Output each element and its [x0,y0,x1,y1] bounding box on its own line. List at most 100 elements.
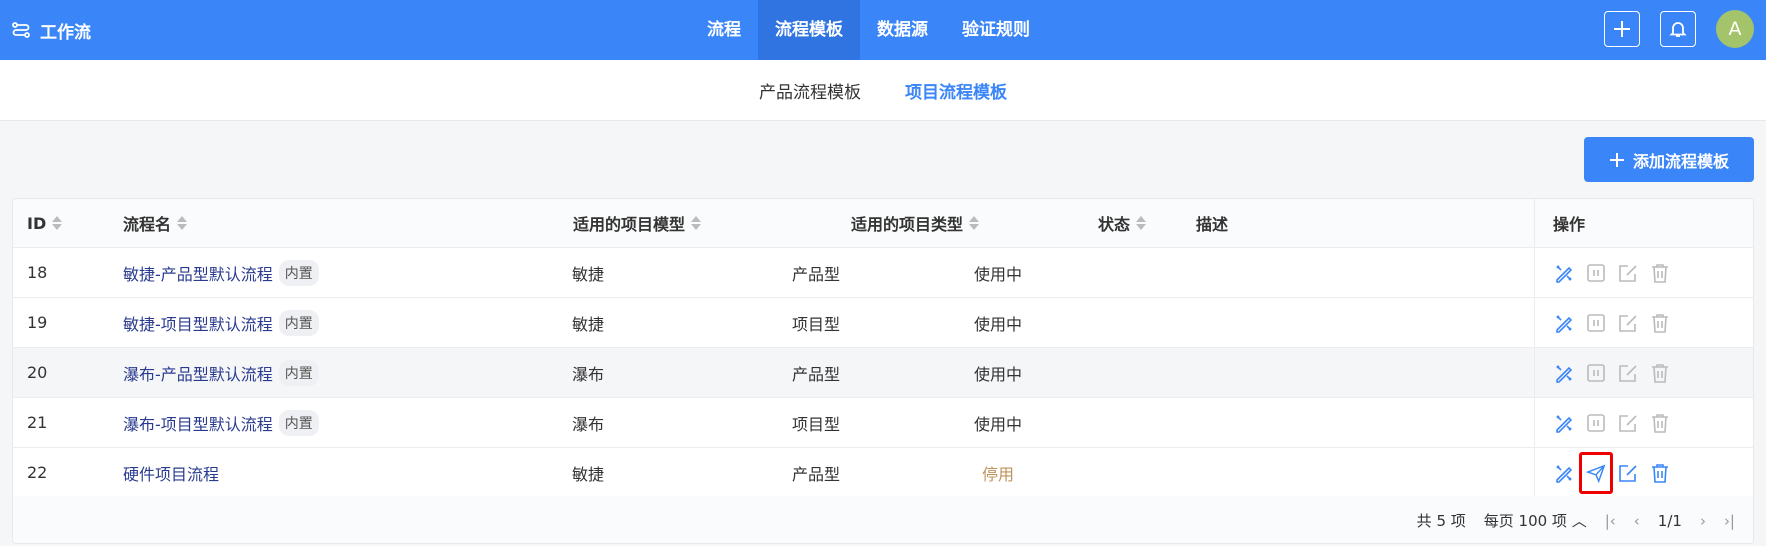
tab-project-template[interactable]: 项目流程模板 [905,78,1007,103]
table-row[interactable]: 22 硬件项目流程 敏捷 产品型 停用 [13,448,1753,498]
table-row[interactable]: 21 瀑布-项目型默认流程 内置 瀑布 项目型 使用中 [13,398,1753,448]
nav-flow-template[interactable]: 流程模板 [758,0,860,60]
row-model: 敏捷 [571,464,605,484]
publish-icon[interactable] [1579,451,1613,494]
row-actions [1553,412,1671,434]
sort-icon[interactable] [691,216,702,230]
plus-icon [1609,152,1624,167]
add-template-button[interactable]: 添加流程模板 [1584,137,1754,182]
row-actions [1553,362,1671,384]
row-name-cell: 敏捷-项目型默认流程 内置 [123,309,319,336]
next-page-icon[interactable]: › [1700,512,1706,530]
row-actions [1553,312,1671,334]
row-type: 项目型 [791,314,841,334]
design-icon[interactable] [1553,462,1575,484]
nav-flow[interactable]: 流程 [690,0,758,60]
row-actions [1553,262,1671,284]
template-table: ID 流程名 适用的项目模型 适用的项目类型 状态 描述 操作 18 敏捷-产品… [12,198,1754,544]
table-row[interactable]: 19 敏捷-项目型默认流程 内置 敏捷 项目型 使用中 [13,298,1753,348]
sort-icon[interactable] [52,216,63,230]
first-page-icon[interactable]: |‹ [1605,512,1616,530]
edit-icon[interactable] [1617,362,1639,384]
status-badge: 使用中 [973,264,1023,284]
col-id[interactable]: ID [27,213,63,233]
sort-icon[interactable] [177,216,188,230]
edit-icon[interactable] [1617,262,1639,284]
row-name-link[interactable]: 瀑布-项目型默认流程 [123,411,273,435]
row-model: 敏捷 [571,264,605,284]
status-badge: 使用中 [973,364,1023,384]
delete-icon[interactable] [1649,262,1671,284]
tab-product-template[interactable]: 产品流程模板 [759,78,861,103]
delete-icon[interactable] [1649,462,1671,484]
table-row[interactable]: 18 敏捷-产品型默认流程 内置 敏捷 产品型 使用中 [13,248,1753,298]
row-name-link[interactable]: 敏捷-产品型默认流程 [123,261,273,285]
chevron-up-icon: ︿ [1571,512,1587,530]
page-size-label: 每页 100 项 [1483,512,1567,530]
col-model[interactable]: 适用的项目模型 [573,211,702,235]
total-count: 共 5 项 [1416,512,1466,530]
app-brand[interactable]: 工作流 [12,0,91,60]
builtin-badge: 内置 [278,259,319,286]
sort-icon[interactable] [1136,216,1147,230]
col-status[interactable]: 状态 [1098,211,1147,235]
nav-validation-rules[interactable]: 验证规则 [945,0,1047,60]
last-page-icon[interactable]: ›| [1724,512,1735,530]
workflow-icon [12,22,30,38]
col-name[interactable]: 流程名 [123,211,188,235]
row-id: 20 [27,363,48,382]
row-name-link[interactable]: 瀑布-产品型默认流程 [123,361,273,385]
col-label: 流程名 [123,215,172,234]
row-id: 21 [27,413,48,432]
row-name-link[interactable]: 敏捷-项目型默认流程 [123,311,273,335]
design-icon[interactable] [1553,362,1575,384]
row-name-cell: 硬件项目流程 [123,461,219,485]
pause-icon[interactable] [1585,312,1607,334]
builtin-badge: 内置 [278,409,319,436]
delete-icon[interactable] [1649,412,1671,434]
pause-icon[interactable] [1585,412,1607,434]
page-size-select[interactable]: 每页 100 项 ︿ [1484,510,1587,531]
builtin-badge: 内置 [278,309,319,336]
ops-divider [1534,199,1535,496]
bell-icon[interactable] [1660,11,1696,47]
plus-icon[interactable] [1604,11,1640,47]
col-label: 适用的项目模型 [573,215,686,234]
col-desc: 描述 [1196,215,1229,234]
row-actions [1553,451,1671,494]
prev-page-icon[interactable]: ‹ [1634,512,1640,530]
row-id: 19 [27,313,48,332]
main-nav: 流程 流程模板 数据源 验证规则 [690,0,1047,60]
row-type: 项目型 [791,414,841,434]
pause-icon[interactable] [1585,262,1607,284]
edit-icon[interactable] [1617,462,1639,484]
edit-icon[interactable] [1617,412,1639,434]
page-indicator: 1/1 [1657,511,1682,530]
col-type[interactable]: 适用的项目类型 [851,211,980,235]
top-bar: 工作流 流程 流程模板 数据源 验证规则 A [0,0,1766,60]
table-row[interactable]: 20 瀑布-产品型默认流程 内置 瀑布 产品型 使用中 [13,348,1753,398]
col-ops: 操作 [1553,215,1586,234]
status-badge: 使用中 [973,314,1023,334]
pause-icon[interactable] [1585,362,1607,384]
edit-icon[interactable] [1617,312,1639,334]
row-model: 瀑布 [571,364,605,384]
design-icon[interactable] [1553,262,1575,284]
sort-icon[interactable] [969,216,980,230]
delete-icon[interactable] [1649,312,1671,334]
row-name-cell: 敏捷-产品型默认流程 内置 [123,259,319,286]
delete-icon[interactable] [1649,362,1671,384]
nav-datasource[interactable]: 数据源 [860,0,945,60]
row-id: 18 [27,263,48,282]
design-icon[interactable] [1553,312,1575,334]
col-label: ID [27,213,47,233]
row-model: 敏捷 [571,314,605,334]
row-model: 瀑布 [571,414,605,434]
design-icon[interactable] [1553,412,1575,434]
row-name-cell: 瀑布-产品型默认流程 内置 [123,359,319,386]
avatar[interactable]: A [1716,10,1754,48]
row-name-link[interactable]: 硬件项目流程 [123,461,219,485]
row-name-cell: 瀑布-项目型默认流程 内置 [123,409,319,436]
add-template-label: 添加流程模板 [1632,151,1729,171]
table-header: ID 流程名 适用的项目模型 适用的项目类型 状态 描述 操作 [13,199,1753,248]
